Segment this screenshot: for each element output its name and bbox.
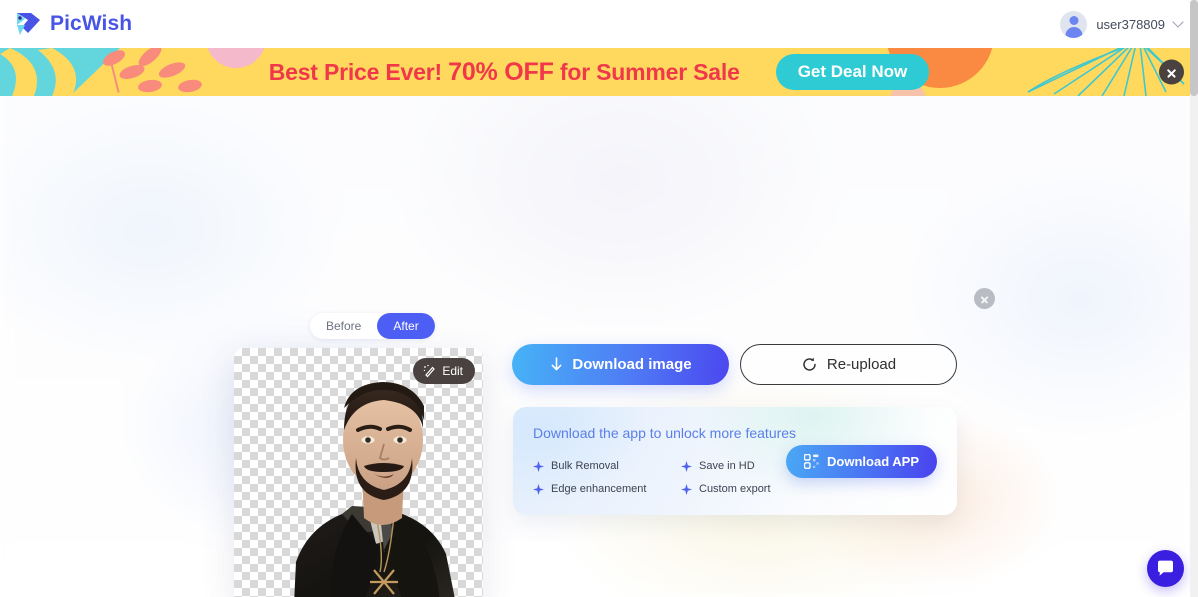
app-feature-list: Bulk Removal Save in HD Edge enhancement… bbox=[533, 460, 771, 495]
app-header: PicWish user378809 bbox=[0, 0, 1198, 48]
sparkle-icon bbox=[533, 460, 544, 472]
chevron-down-icon bbox=[1172, 16, 1184, 28]
tab-before[interactable]: Before bbox=[310, 313, 377, 339]
sparkle-icon bbox=[681, 460, 692, 472]
close-icon bbox=[980, 294, 989, 303]
download-app-button[interactable]: Download APP bbox=[786, 445, 937, 478]
app-feature-item: Bulk Removal bbox=[533, 460, 681, 472]
chat-widget-button[interactable] bbox=[1147, 550, 1184, 587]
result-image-card[interactable]: Edit bbox=[234, 348, 483, 597]
chat-bubble-icon bbox=[1158, 560, 1173, 576]
app-feature-label: Save in HD bbox=[699, 460, 755, 472]
app-feature-item: Custom export bbox=[681, 483, 771, 495]
refresh-icon bbox=[803, 357, 816, 371]
brand-logo[interactable]: PicWish bbox=[14, 11, 132, 37]
banner-text-part2: for Summer Sale bbox=[553, 58, 740, 85]
banner-text-highlight: 70% OFF bbox=[448, 57, 554, 86]
banner-message: Best Price Ever! 70% OFF for Summer Sale bbox=[269, 58, 740, 87]
banner-close-button[interactable] bbox=[1159, 59, 1184, 85]
result-portrait-image bbox=[294, 382, 455, 597]
download-image-label: Download image bbox=[572, 356, 692, 373]
picwish-bird-logo-icon bbox=[17, 13, 40, 35]
app-promo-card: Download the app to unlock more features… bbox=[513, 407, 957, 515]
app-feature-item: Edge enhancement bbox=[533, 483, 681, 495]
tab-after[interactable]: After bbox=[377, 313, 435, 339]
brand-name: PicWish bbox=[50, 12, 133, 35]
avatar bbox=[1060, 10, 1088, 38]
magic-wand-icon bbox=[424, 364, 436, 378]
edit-image-button[interactable]: Edit bbox=[413, 358, 475, 384]
page-scrollbar[interactable] bbox=[1190, 0, 1198, 597]
workspace-stage: Before After Edit Download image Re-uplo… bbox=[0, 96, 1198, 597]
download-app-label: Download APP bbox=[827, 454, 919, 469]
banner-content: Best Price Ever! 70% OFF for Summer Sale… bbox=[0, 48, 1198, 96]
download-arrow-icon bbox=[552, 356, 562, 370]
re-upload-label: Re-upload bbox=[826, 356, 897, 373]
username-label: user378809 bbox=[1096, 16, 1165, 32]
re-upload-button[interactable]: Re-upload bbox=[740, 344, 957, 385]
app-feature-item: Save in HD bbox=[681, 460, 771, 472]
app-feature-label: Edge enhancement bbox=[551, 483, 647, 495]
qr-code-icon bbox=[804, 454, 819, 469]
banner-text-part1: Best Price Ever! bbox=[268, 58, 449, 85]
before-after-toggle: Before After bbox=[310, 313, 435, 339]
app-promo-title: Download the app to unlock more features bbox=[533, 425, 797, 441]
promo-banner: Best Price Ever! 70% OFF for Summer Sale… bbox=[0, 48, 1198, 96]
download-image-button[interactable]: Download image bbox=[512, 344, 729, 385]
app-feature-label: Custom export bbox=[699, 483, 771, 495]
sparkle-icon bbox=[681, 483, 692, 495]
page-scrollbar-thumb[interactable] bbox=[1190, 0, 1198, 96]
sparkle-icon bbox=[533, 483, 544, 495]
result-panel-close-button[interactable] bbox=[974, 288, 995, 309]
edit-button-label: Edit bbox=[442, 364, 463, 378]
close-icon bbox=[1166, 67, 1177, 78]
get-deal-now-button[interactable]: Get Deal Now bbox=[775, 54, 930, 90]
account-menu[interactable]: user378809 bbox=[1060, 10, 1184, 38]
app-feature-label: Bulk Removal bbox=[551, 460, 619, 472]
